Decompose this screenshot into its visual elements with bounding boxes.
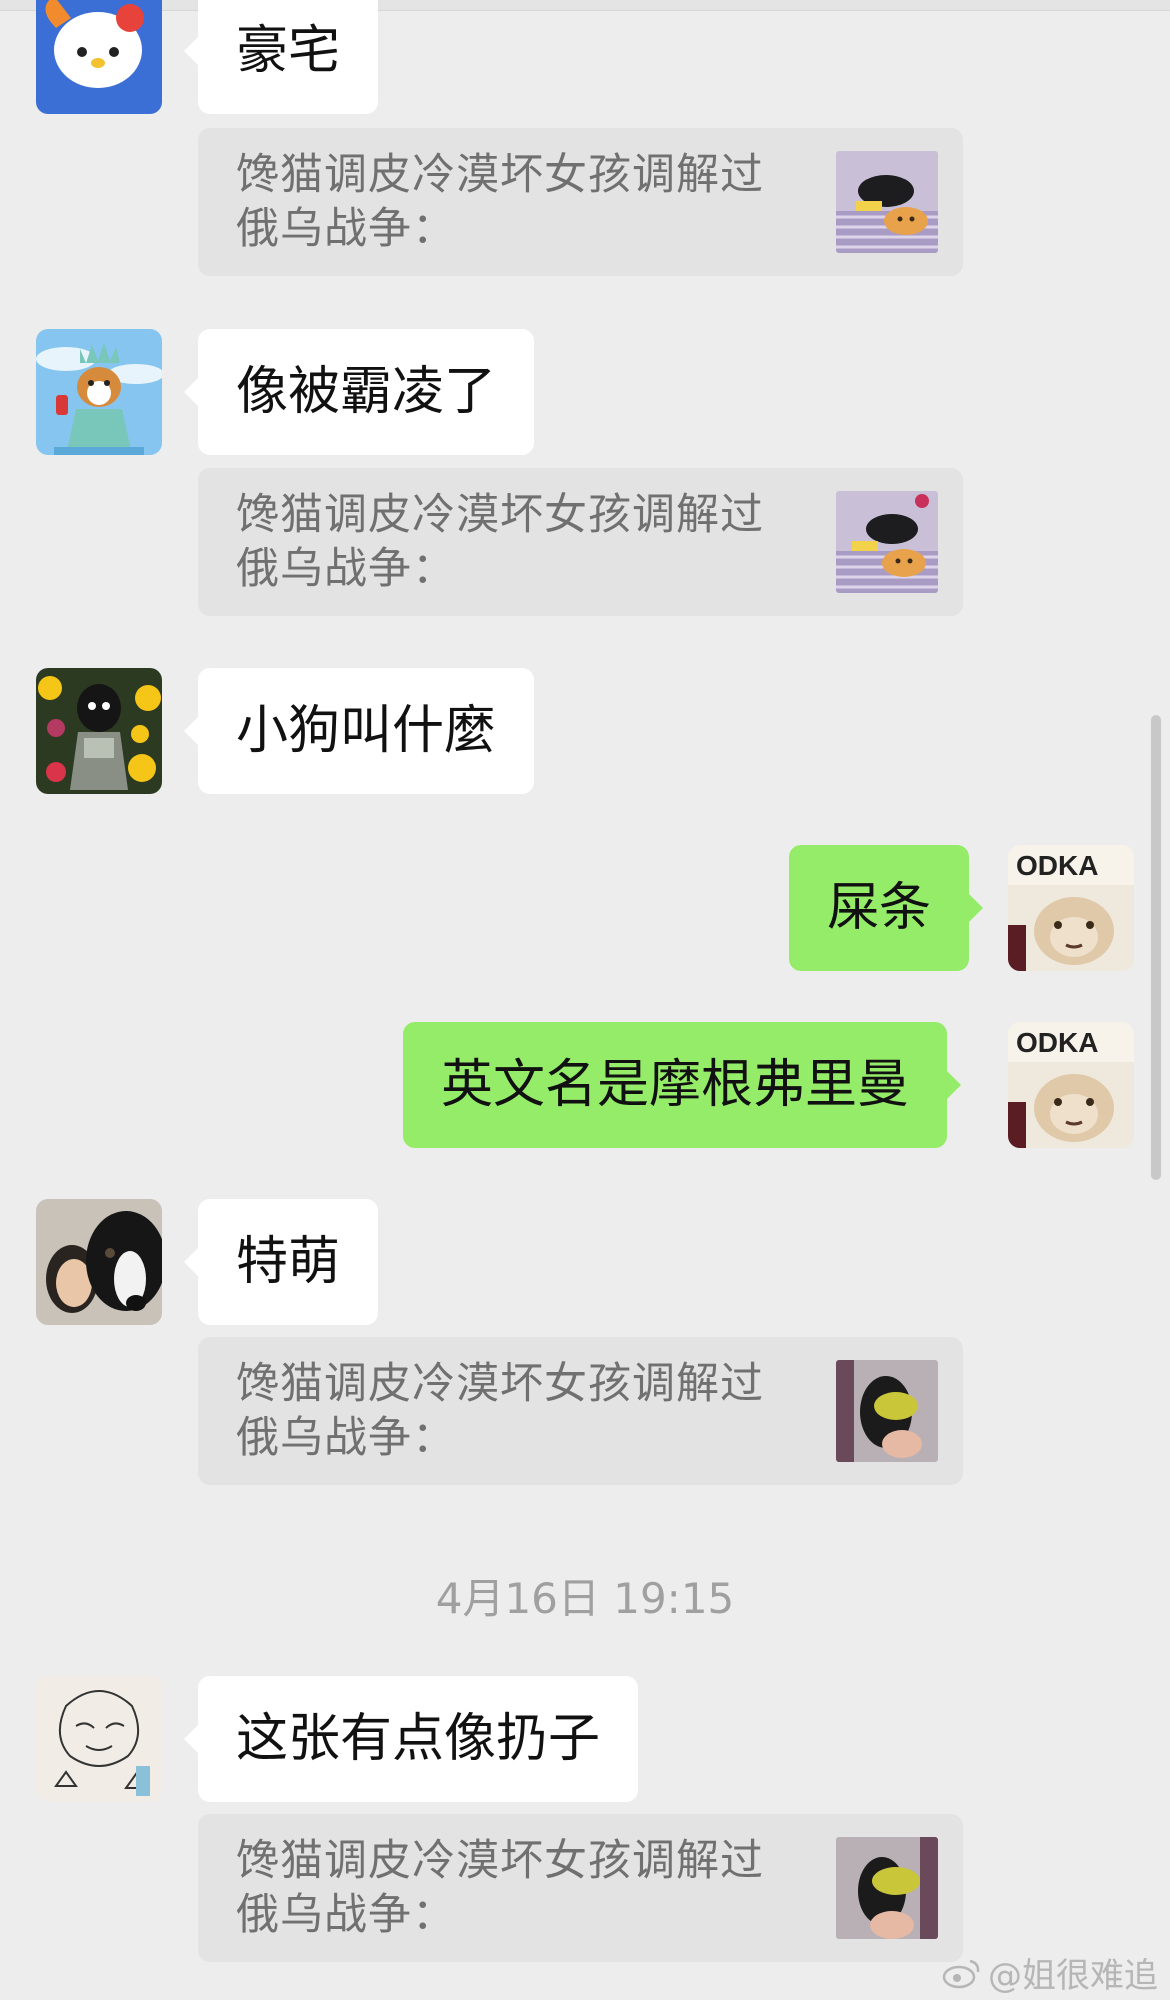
- avatar[interactable]: [36, 1676, 162, 1802]
- quoted-message[interactable]: 馋猫调皮冷漠坏女孩调解过俄乌战争：: [198, 1337, 963, 1485]
- message-bubble[interactable]: 特萌: [183, 1199, 379, 1325]
- message-bubble[interactable]: 豪宅: [183, 0, 379, 114]
- avatar-self[interactable]: ODKA: [1008, 845, 1134, 971]
- avatar[interactable]: [36, 329, 162, 455]
- message-bubble[interactable]: 英文名是摩根弗里曼: [403, 1022, 962, 1148]
- watermark-text: @姐很难追: [988, 1956, 1158, 1996]
- message-bubble[interactable]: 像被霸凌了: [183, 329, 535, 455]
- quote-text: 馋猫调皮冷漠坏女孩调解过俄乌战争：: [236, 490, 764, 594]
- avatar[interactable]: [36, 668, 162, 794]
- quote-thumbnail[interactable]: [836, 151, 938, 253]
- quoted-message[interactable]: 馋猫调皮冷漠坏女孩调解过俄乌战争：: [198, 468, 963, 616]
- message-bubble[interactable]: 小狗叫什麼: [183, 668, 535, 794]
- quote-thumbnail[interactable]: [836, 1360, 938, 1462]
- quote-thumbnail[interactable]: [836, 1837, 938, 1939]
- message-bubble[interactable]: 屎条: [789, 845, 984, 971]
- quoted-message[interactable]: 馋猫调皮冷漠坏女孩调解过俄乌战争：: [198, 128, 963, 276]
- quote-text: 馋猫调皮冷漠坏女孩调解过俄乌战争：: [236, 1836, 764, 1940]
- avatar-label: ODKA: [1016, 1027, 1098, 1058]
- avatar-self[interactable]: ODKA: [1008, 1022, 1134, 1148]
- quote-thumbnail[interactable]: [836, 491, 938, 593]
- avatar-label: ODKA: [1016, 850, 1098, 881]
- quote-text: 馋猫调皮冷漠坏女孩调解过俄乌战争：: [236, 1359, 764, 1463]
- avatar[interactable]: [36, 1199, 162, 1325]
- weibo-logo-icon: [942, 1957, 982, 1989]
- avatar[interactable]: [36, 0, 162, 114]
- quoted-message[interactable]: 馋猫调皮冷漠坏女孩调解过俄乌战争：: [198, 1814, 963, 1962]
- message-bubble[interactable]: 这张有点像扔子: [183, 1676, 639, 1802]
- quote-text: 馋猫调皮冷漠坏女孩调解过俄乌战争：: [236, 150, 764, 254]
- watermark: @姐很难追: [942, 1948, 1158, 1997]
- scrollbar[interactable]: [1151, 715, 1161, 1180]
- timestamp: 4月16日 19:15: [435, 1574, 735, 1623]
- top-divider: [0, 0, 1170, 11]
